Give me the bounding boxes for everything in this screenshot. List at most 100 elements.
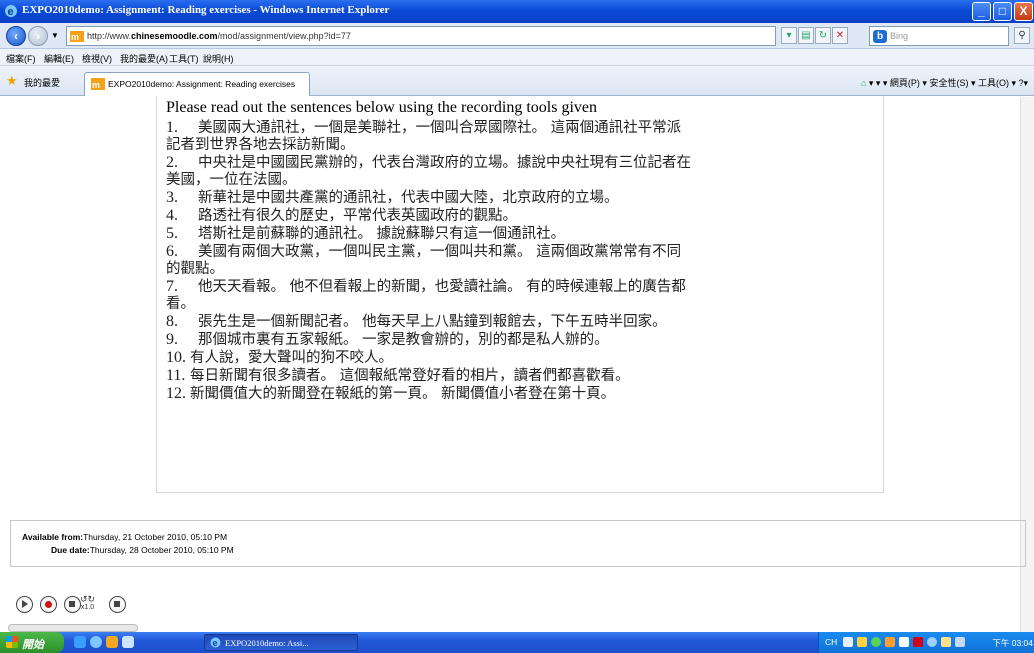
search-icon[interactable]: ⚲ [1014,27,1030,44]
menu-view[interactable]: 檢視(V) [82,52,112,65]
search-input[interactable]: b Bing [869,26,1009,46]
speed-icon: ↺↻ [80,594,96,604]
sentence-item: 10. 有人說，愛大聲叫的狗不咬人。 [166,349,876,367]
sentence-text: 那個城市裏有五家報紙。 一家是教會辦的，別的都是私人辦的。 [198,332,609,348]
url-path: /mod/assignment/view.php?id=77 [217,31,351,41]
taskbar-window-button[interactable]: e EXPO2010demo: Assi... [204,634,358,651]
quicklaunch-explorer-icon[interactable] [122,636,134,648]
sentence-item: 1. 美國兩大通訊社，一個是美聯社，一個叫合眾國際社。 這兩個通訊社平常派 記者到世… [166,119,876,154]
start-label: 開始 [22,639,44,651]
window-title-bar: e EXPO2010demo: Assignment: Reading exer… [0,0,1034,23]
keyboard-icon[interactable] [843,637,853,647]
sentence-number: 11. [166,367,186,384]
menu-help[interactable]: 說明(H) [203,52,234,65]
sentence-item: 12. 新聞價值大的新聞登在報紙的第一頁。 新聞價值小者登在第十頁。 [166,385,876,403]
minimize-button[interactable]: _ [972,2,991,21]
windows-logo-icon [6,636,18,648]
sentence-text: 路透社有很久的歷史，平常代表英國政府的觀點。 [198,208,517,224]
sentence-text: 美國兩大通訊社，一個是美聯社，一個叫合眾國際社。 這兩個通訊社平常派 [198,120,682,136]
sentence-text: 張先生是一個新聞記者。 他每天早上八點鐘到報館去，下午五時半回家。 [198,314,667,330]
close-button[interactable]: X [1014,2,1033,21]
due-date-value: Thursday, 28 October 2010, 05:10 PM [89,545,234,555]
address-toolbar: ‹ › ▼ m http://www.chinesemoodle.com/mod… [0,23,1034,49]
refresh-icon[interactable]: ↻ [815,27,831,44]
quicklaunch-media-icon[interactable] [106,636,118,648]
assignment-dates-box: Available from:Thursday, 21 October 2010… [10,520,1026,567]
start-button[interactable]: 開始 [0,632,64,653]
update-icon[interactable] [941,637,951,647]
command-bar-items[interactable]: ▾ ▾ ▾ 網頁(P) ▾ 安全性(S) ▾ 工具(O) ▾ ?▾ [869,78,1028,88]
antivirus-icon[interactable] [913,637,923,647]
svg-text:m: m [92,80,100,90]
sentence-text: 每日新聞有很多讀者。 這個報紙常登好看的相片，讀者們都喜歡看。 [190,368,630,384]
player-progress-track[interactable] [8,624,138,632]
sentence-text: 新華社是中國共產黨的通訊社，代表中國大陸，北京政府的立場。 [198,190,619,206]
sentence-number: 7. [166,278,178,295]
history-dropdown-icon[interactable]: ▼ [51,31,59,40]
back-button[interactable]: ‹ [6,26,26,46]
tab-favicon-icon: m [91,78,105,90]
sentence-text-continued: 的觀點。 [166,261,224,277]
favorites-star-icon[interactable]: ★ [6,73,18,89]
address-dropdown-button[interactable]: ▾ [781,27,797,44]
sentence-text: 有人說，愛大聲叫的狗不咬人。 [190,350,393,366]
sentence-item: 4. 路透社有很久的歷史，平常代表英國政府的觀點。 [166,207,876,225]
maximize-button[interactable]: □ [993,2,1012,21]
sentence-item: 8. 張先生是一個新聞記者。 他每天早上八點鐘到報館去，下午五時半回家。 [166,313,876,331]
system-tray: CH 下午 03:04 [818,632,1034,653]
network-icon[interactable] [871,637,881,647]
menu-edit[interactable]: 編輯(E) [44,52,74,65]
pause-button[interactable] [109,596,126,613]
windows-taskbar: 開始 e EXPO2010demo: Assi... CH 下午 03:04 [0,632,1034,653]
sentence-number: 3. [166,189,178,206]
sentence-number: 9. [166,331,178,348]
forward-arrow-icon: › [36,29,40,43]
menu-bar: 檔案(F) 編輯(E) 檢視(V) 我的最愛(A) 工具(T) 說明(H) [0,49,1034,66]
volume-icon[interactable] [899,637,909,647]
sentence-text-continued: 美國，一位在法國。 [166,172,297,188]
url-domain: chinesemoodle.com [131,31,218,41]
sentence-list: 1. 美國兩大通訊社，一個是美聯社，一個叫合眾國際社。 這兩個通訊社平常派 記者到世… [166,119,876,403]
window-title: EXPO2010demo: Assignment: Reading exerci… [22,4,390,16]
back-arrow-icon: ‹ [14,29,18,43]
svg-text:m: m [71,32,79,42]
quicklaunch-show-desktop-icon[interactable] [74,636,86,648]
play-button[interactable] [16,596,33,613]
search-placeholder: Bing [890,31,909,41]
menu-favorites[interactable]: 我的最愛(A) [120,52,168,65]
svg-text:e: e [8,6,14,18]
compatibility-icon[interactable]: ▤ [798,27,814,44]
sentence-text: 中央社是中國國民黨辦的，代表台灣政府的立場。據說中央社現有三位記者在 [198,155,691,171]
sentence-text: 美國有兩個大政黨，一個叫民主黨，一個叫共和黨。 這兩個政黨常常有不同 [198,244,682,260]
sentence-text-continued: 看。 [166,296,195,312]
input-language[interactable]: CH [825,637,837,647]
command-bar[interactable]: ⌂ ▾ ▾ ▾ 網頁(P) ▾ 安全性(S) ▾ 工具(O) ▾ ?▾ [861,76,1028,89]
security-icon[interactable] [885,637,895,647]
sentence-number: 2. [166,154,178,171]
bing-icon: b [873,30,887,43]
speed-control[interactable]: ↺↻ x1.0 [80,594,96,612]
address-input[interactable]: m http://www.chinesemoodle.com/mod/assig… [66,26,776,46]
stop-icon[interactable]: ✕ [832,27,848,44]
favorites-label[interactable]: 我的最愛 [24,76,60,89]
sentence-number: 4. [166,207,178,224]
available-from-value: Thursday, 21 October 2010, 05:10 PM [83,532,228,542]
sentence-text: 他天天看報。 他不但看報上的新聞，也愛讀社論。 有的時候連報上的廣告都 [198,279,686,295]
sync-icon[interactable] [927,637,937,647]
menu-file[interactable]: 檔案(F) [6,52,36,65]
ime-icon[interactable] [857,637,867,647]
internet-explorer-icon: e [5,5,17,18]
forward-button[interactable]: › [28,26,48,46]
stop-button[interactable] [64,596,81,613]
messenger-icon[interactable] [955,637,965,647]
tab-label: EXPO2010demo: Assignment: Reading exerci… [108,79,296,89]
browser-tab[interactable]: m EXPO2010demo: Assignment: Reading exer… [84,72,310,96]
sentence-item: 3. 新華社是中國共產黨的通訊社，代表中國大陸，北京政府的立場。 [166,189,876,207]
sentence-item: 6. 美國有兩個大政黨，一個叫民主黨，一個叫共和黨。 這兩個政黨常常有不同 的觀點。 [166,243,876,278]
sentence-item: 9. 那個城市裏有五家報紙。 一家是教會辦的，別的都是私人辦的。 [166,331,876,349]
record-button[interactable] [40,596,57,613]
home-icon[interactable]: ⌂ [861,78,866,88]
menu-tools[interactable]: 工具(T) [169,52,199,65]
favorites-bar: ★ 我的最愛 m EXPO2010demo: Assignment: Readi… [0,66,1034,96]
quicklaunch-ie-icon[interactable] [90,636,102,648]
